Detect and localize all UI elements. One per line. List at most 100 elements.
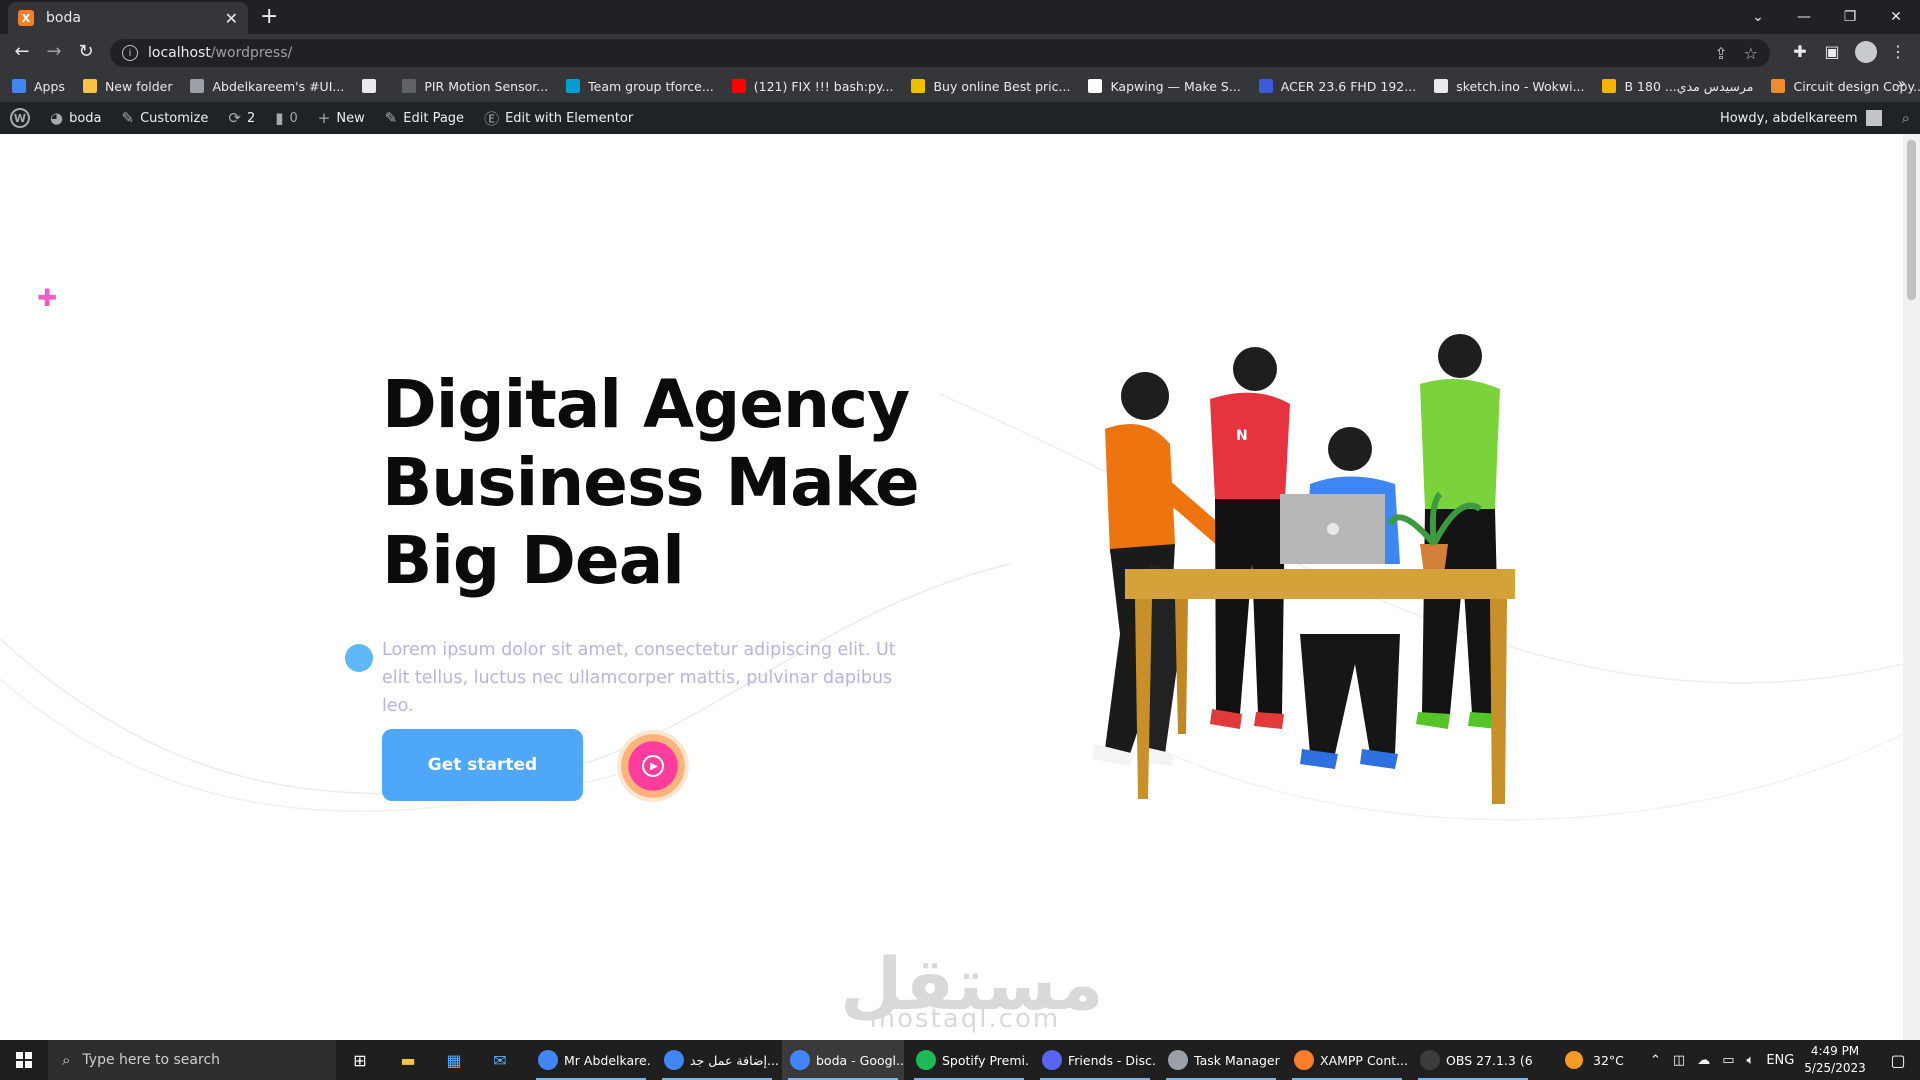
- app-label: OBS 27.1.3 (6...: [1446, 1052, 1534, 1068]
- notifications-icon[interactable]: ▢: [1876, 1040, 1920, 1080]
- bookmark-label: Team group tforce...: [588, 78, 714, 94]
- user-avatar: [1865, 110, 1882, 126]
- bookmark-label: (121) FIX !!! bash:py...: [753, 78, 894, 94]
- app-icon: [1042, 1050, 1062, 1070]
- wp-updates[interactable]: ⟳ 2: [218, 102, 265, 134]
- app-icon: [790, 1050, 810, 1070]
- restore-icon[interactable]: ❐: [1827, 0, 1873, 34]
- browser-tab-strip: X boda ✕ + ⌄ — ❐ ✕: [0, 0, 1920, 34]
- bookmark-star-icon[interactable]: ☆: [1744, 44, 1758, 63]
- network-icon[interactable]: ▭: [1722, 1053, 1734, 1068]
- bookmark-label: PIR Motion Sensor...: [424, 78, 549, 94]
- plus-icon: +: [317, 109, 331, 127]
- bookmark-favicon-icon: [82, 79, 97, 93]
- bookmark-item[interactable]: PIR Motion Sensor...: [402, 79, 548, 94]
- side-panel-icon[interactable]: ▣: [1820, 40, 1844, 64]
- background-curves: [0, 393, 1903, 821]
- minimize-icon[interactable]: —: [1781, 0, 1827, 34]
- bookmark-label: New folder: [104, 78, 173, 94]
- wp-account-menu[interactable]: Howdy, abdelkareem: [1710, 102, 1892, 134]
- bookmark-item[interactable]: (121) FIX !!! bash:py...: [731, 78, 894, 94]
- customize-label: Customize: [140, 110, 209, 126]
- bookmark-item[interactable]: sketch.ino - Wokwi...: [1434, 79, 1584, 94]
- search-icon: ⌕: [62, 1051, 71, 1069]
- wp-edit-elementor[interactable]: Ⓔ Edit with Elementor: [474, 102, 643, 134]
- windows-logo-icon: [16, 1052, 32, 1068]
- bookmark-item[interactable]: [362, 79, 384, 93]
- tab-search-icon[interactable]: ⌄: [1735, 0, 1781, 34]
- more-bookmarks-icon[interactable]: »: [1897, 76, 1906, 92]
- site-name-label: boda: [69, 110, 102, 126]
- page-scrollbar[interactable]: [1903, 134, 1920, 1040]
- close-tab-icon[interactable]: ✕: [225, 9, 238, 28]
- back-icon[interactable]: ←: [10, 40, 34, 64]
- wp-comments[interactable]: ▮ 0: [265, 102, 308, 134]
- wp-logo-menu[interactable]: W: [0, 102, 40, 134]
- taskbar-search[interactable]: ⌕ Type here to search: [48, 1040, 336, 1080]
- new-tab-icon[interactable]: +: [260, 4, 278, 30]
- share-icon[interactable]: ⇪: [1714, 44, 1727, 63]
- taskbar-app-button[interactable]: OBS 27.1.3 (6...: [1412, 1040, 1534, 1080]
- menu-icon[interactable]: ⋮: [1886, 40, 1910, 64]
- wp-new-content[interactable]: + New: [308, 102, 375, 134]
- wp-edit-page[interactable]: ✎ Edit Page: [375, 102, 474, 134]
- taskbar-app-button[interactable]: Friends - Disc...: [1034, 1040, 1156, 1080]
- taskbar-clock[interactable]: 4:49 PM 5/25/2023: [1790, 1043, 1880, 1077]
- browser-tab[interactable]: X boda ✕: [8, 2, 248, 34]
- scrollbar-thumb[interactable]: [1907, 140, 1916, 300]
- profile-avatar[interactable]: [1855, 41, 1877, 63]
- site-info-icon[interactable]: i: [122, 45, 138, 61]
- onedrive-icon[interactable]: ☁: [1697, 1053, 1710, 1068]
- extensions-icon[interactable]: ✚: [1788, 40, 1812, 64]
- clock-time: 4:49 PM: [1810, 1044, 1860, 1058]
- app-icon: [664, 1050, 684, 1070]
- taskbar-app-button[interactable]: Task Manager: [1160, 1040, 1282, 1080]
- bookmark-item[interactable]: Apps: [12, 79, 65, 94]
- taskbar-app-button[interactable]: XAMPP Cont...: [1286, 1040, 1408, 1080]
- bookmark-item[interactable]: B 180 ...مرسيدس مدي: [1602, 79, 1753, 94]
- hero-title: Digital Agency Business Make Big Deal: [382, 366, 920, 599]
- brush-icon: ✎: [121, 109, 135, 127]
- mail-icon[interactable]: ✉: [478, 1040, 522, 1080]
- bookmark-item[interactable]: Kapwing — Make S...: [1088, 79, 1241, 94]
- taskbar-app-button[interactable]: Spotify Premi...: [908, 1040, 1030, 1080]
- task-view-icon[interactable]: ⊞: [338, 1040, 382, 1080]
- wp-search[interactable]: ⌕: [1892, 102, 1920, 134]
- taskbar-app-button[interactable]: Mr Abdelkare...: [530, 1040, 652, 1080]
- sun-icon: [1565, 1051, 1583, 1069]
- volume-icon[interactable]: 🔈︎: [1747, 1053, 1755, 1068]
- taskbar-app-button[interactable]: boda - Googl...: [782, 1040, 904, 1080]
- bookmark-favicon-icon: [402, 79, 417, 93]
- weather-widget[interactable]: 32°C: [1565, 1040, 1624, 1080]
- bookmark-item[interactable]: Team group tforce...: [566, 79, 714, 94]
- address-bar[interactable]: i localhost/wordpress/ ⇪ ☆: [110, 39, 1770, 67]
- dashboard-icon: ◕: [50, 109, 64, 127]
- bookmark-favicon-icon: [731, 79, 746, 93]
- bookmarks-bar: Apps New folder Abdelkareem's #UI... PIR Mo…: [0, 70, 1920, 102]
- meet-icon[interactable]: ◫: [1673, 1053, 1685, 1068]
- bookmark-label: sketch.ino - Wokwi...: [1456, 78, 1585, 94]
- file-explorer-icon[interactable]: ▬: [386, 1040, 430, 1080]
- play-icon: ▶: [642, 755, 664, 777]
- close-window-icon[interactable]: ✕: [1873, 0, 1919, 34]
- bookmark-item[interactable]: ACER 23.6 FHD 192...: [1258, 79, 1416, 94]
- bookmark-item[interactable]: New folder: [82, 78, 173, 94]
- forward-icon[interactable]: →: [42, 40, 66, 64]
- taskbar-search-placeholder: Type here to search: [82, 1052, 221, 1068]
- tray-overflow-icon[interactable]: ⌃: [1650, 1053, 1661, 1068]
- taskbar-app-button[interactable]: إضافة عمل جد...: [656, 1040, 778, 1080]
- store-icon[interactable]: ▦: [432, 1040, 476, 1080]
- person-green: [1416, 334, 1500, 729]
- bookmark-item[interactable]: Buy online Best pric...: [911, 79, 1070, 94]
- get-started-button[interactable]: Get started: [382, 729, 583, 801]
- weather-temp: 32°C: [1593, 1052, 1624, 1068]
- bookmark-item[interactable]: Abdelkareem's #UI...: [190, 79, 344, 94]
- reload-icon[interactable]: ↻: [74, 40, 98, 64]
- wp-customize[interactable]: ✎ Customize: [112, 102, 219, 134]
- bookmark-label: Apps: [34, 78, 65, 94]
- wp-site-name[interactable]: ◕ boda: [40, 102, 112, 134]
- bookmark-favicon-icon: [911, 79, 926, 93]
- edit-page-label: Edit Page: [403, 110, 465, 126]
- windows-start-button[interactable]: [0, 1040, 48, 1080]
- play-video-button[interactable]: ▶: [617, 730, 689, 802]
